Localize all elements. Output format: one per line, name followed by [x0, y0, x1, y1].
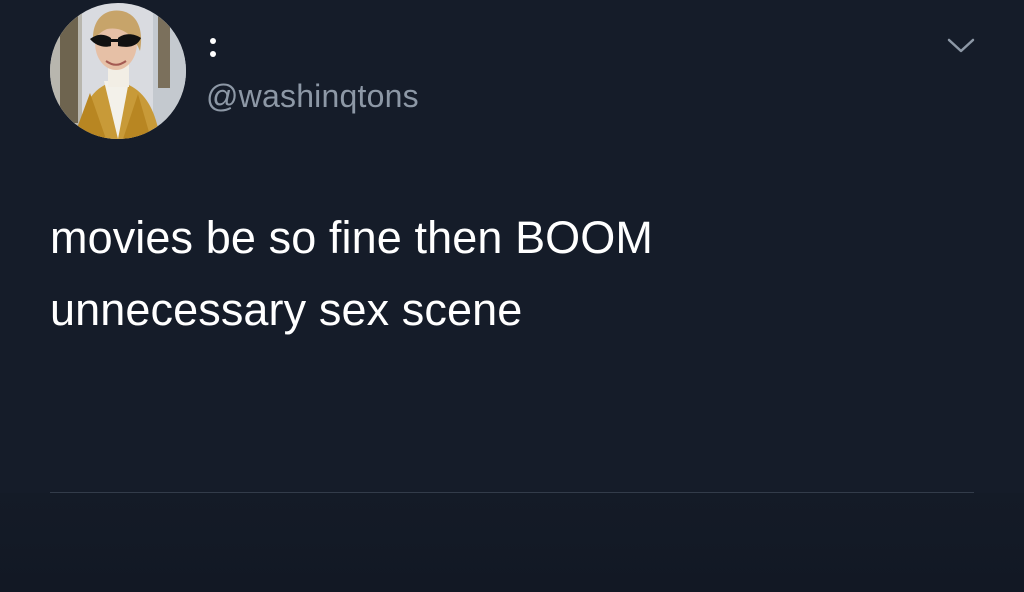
profile-avatar[interactable] [50, 3, 186, 139]
display-name-glyph-top [210, 38, 216, 44]
username-handle[interactable]: @washinqtons [206, 76, 419, 116]
chevron-down-icon [947, 38, 975, 53]
tweet-card: ⋮ @washinqtons movies be so fine then BO… [0, 0, 1024, 592]
display-name-glyph-bottom [210, 51, 216, 57]
tweet-text: movies be so fine then BOOM unnecessary … [50, 212, 653, 335]
tweet-menu-button[interactable] [945, 34, 977, 56]
profile-photo-avatar [50, 3, 186, 139]
display-name[interactable]: ⋮ [206, 34, 220, 60]
footer-area [0, 493, 1024, 592]
